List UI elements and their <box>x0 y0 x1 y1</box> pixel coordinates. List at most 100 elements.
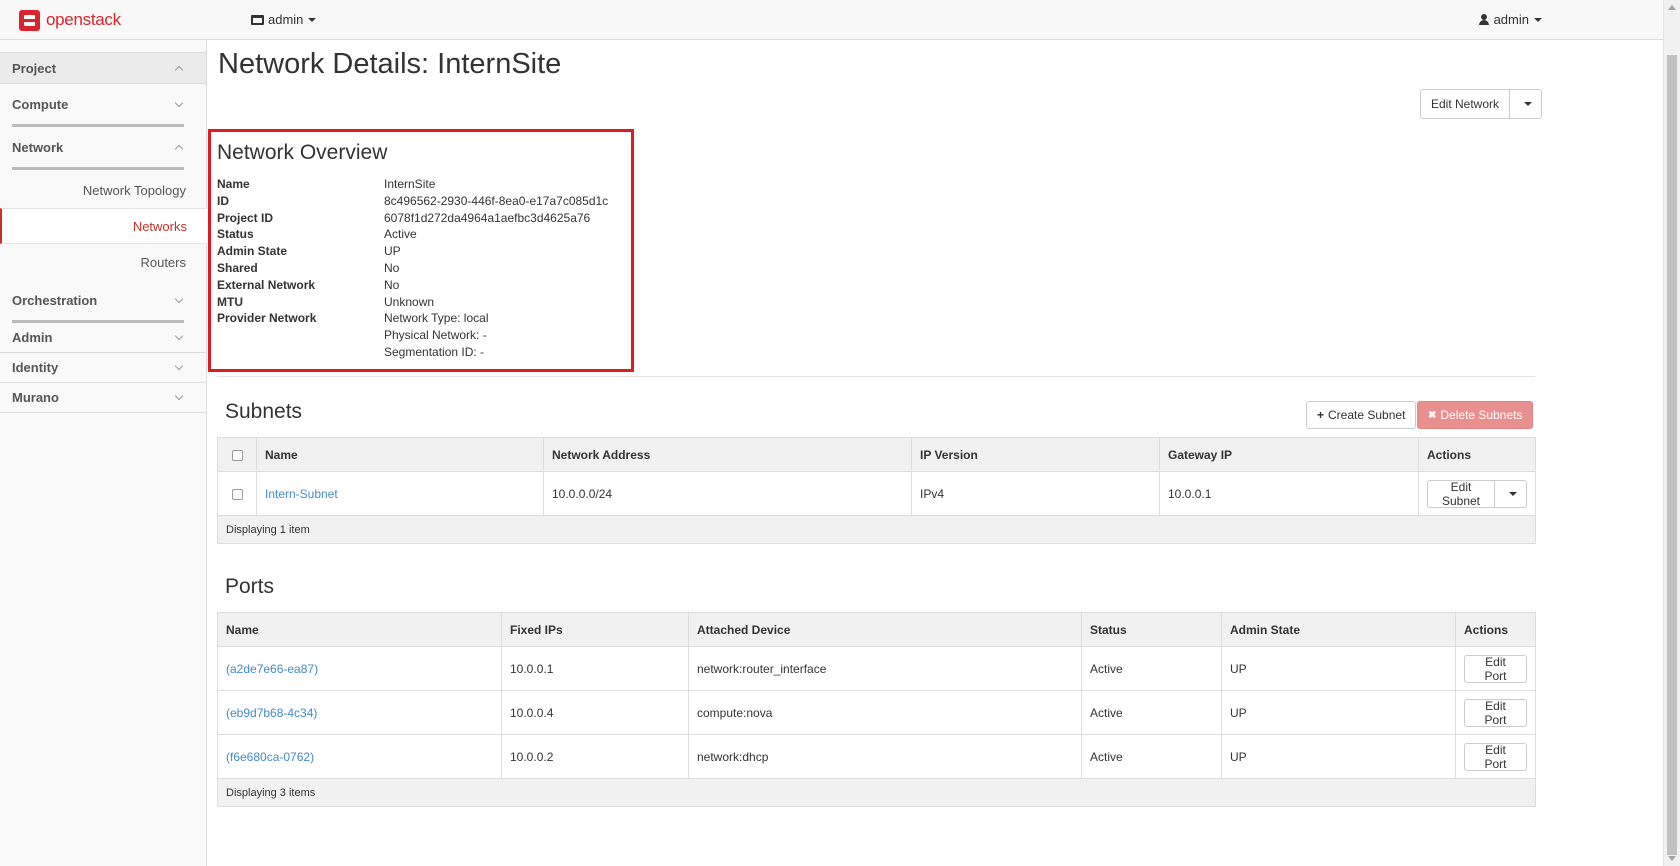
edit-port-button[interactable]: Edit Port <box>1464 742 1527 771</box>
network-overview-list: Name InternSite ID 8c496562-2930-446f-8ea0… <box>217 176 608 361</box>
attached-device-cell: compute:nova <box>688 690 1082 735</box>
chevron-up-icon <box>174 65 184 74</box>
overview-row-shared: Shared No <box>217 260 608 277</box>
overview-row-segmentation-id: Segmentation ID: - <box>217 344 608 361</box>
caret-down-icon <box>1509 491 1517 496</box>
select-all-header <box>217 437 257 472</box>
sidebar-group-compute[interactable]: Compute <box>0 84 206 124</box>
table-footer-row: Displaying 1 item <box>217 515 1536 544</box>
field-value: Unknown <box>384 294 435 309</box>
overview-row-project-id: Project ID 6078f1d272da4964a1aefbc3d4625a… <box>217 210 608 227</box>
project-menu[interactable]: admin <box>251 12 317 27</box>
fixed-ips-cell: 10.0.0.1 <box>501 646 689 691</box>
overview-row-provider-network: Provider Network Network Type: local <box>217 310 608 327</box>
close-icon: ✖ <box>1428 409 1437 421</box>
column-header-actions: Actions <box>1455 612 1536 647</box>
field-value: Active <box>384 227 417 242</box>
field-label: MTU <box>217 294 243 309</box>
delete-subnets-button[interactable]: ✖ Delete Subnets <box>1417 401 1534 429</box>
edit-subnet-button[interactable]: Edit Subnet <box>1427 479 1495 508</box>
overview-row-admin-state: Admin State UP <box>217 243 608 260</box>
subnet-name-cell: Intern-Subnet <box>256 471 544 516</box>
field-label: Status <box>217 227 254 242</box>
port-name-link[interactable]: (eb9d7b68-4c34) <box>226 706 317 720</box>
top-navbar: openstack admin admin <box>0 0 1680 40</box>
column-header-attached-device[interactable]: Attached Device <box>688 612 1082 647</box>
row-checkbox[interactable] <box>231 488 243 500</box>
port-name-link[interactable]: (a2de7e66-ea87) <box>226 662 318 676</box>
ip-version-cell: IPv4 <box>911 471 1160 516</box>
column-header-fixed-ips[interactable]: Fixed IPs <box>501 612 689 647</box>
scroll-down-icon[interactable] <box>1668 856 1676 861</box>
sidebar-group-orchestration[interactable]: Orchestration <box>0 280 206 320</box>
scroll-up-icon[interactable] <box>1668 5 1676 10</box>
gateway-ip-cell: 10.0.0.1 <box>1159 471 1419 516</box>
sidebar-item-networks[interactable]: Networks <box>0 208 207 244</box>
sidebar-group-label: Compute <box>12 96 69 112</box>
sidebar-group-label: Murano <box>12 390 59 405</box>
sidebar-group-label: Orchestration <box>12 292 98 308</box>
sidebar-group-label: Identity <box>12 360 59 375</box>
column-header-actions: Actions <box>1418 437 1536 472</box>
subnet-name-link[interactable]: Intern-Subnet <box>265 487 338 501</box>
field-value: Segmentation ID: - <box>384 344 485 359</box>
sidebar-group-label: Project <box>12 60 57 76</box>
create-subnet-button[interactable]: + Create Subnet <box>1306 401 1417 429</box>
port-name-cell: (a2de7e66-ea87) <box>217 646 502 691</box>
admin-state-cell: UP <box>1221 690 1456 735</box>
caret-down-icon <box>1534 17 1542 22</box>
caret-down-icon <box>1524 102 1533 106</box>
actions-cell: Edit Port <box>1455 690 1536 735</box>
sidebar-group-murano[interactable]: Murano <box>0 383 206 413</box>
column-header-name[interactable]: Name <box>217 612 502 647</box>
sidebar-group-identity[interactable]: Identity <box>0 353 206 383</box>
caret-down-icon <box>308 17 317 22</box>
actions-cell: Edit Port <box>1455 646 1536 691</box>
field-label: Provider Network <box>217 311 317 326</box>
subnets-title: Subnets <box>225 400 303 423</box>
sidebar: Project Compute Network Network Topology… <box>0 40 207 866</box>
sidebar-item-network-topology[interactable]: Network Topology <box>0 172 206 208</box>
user-menu-label: admin <box>1493 12 1529 27</box>
chevron-down-icon <box>174 361 184 371</box>
chevron-up-icon <box>174 144 184 153</box>
table-row: (eb9d7b68-4c34) 10.0.0.4 compute:nova Ac… <box>217 690 1536 735</box>
port-name-link[interactable]: (f6e680ca-0762) <box>226 750 314 764</box>
edit-network-dropdown-toggle[interactable] <box>1510 89 1543 119</box>
sidebar-group-network[interactable]: Network <box>0 127 206 167</box>
sidebar-group-admin[interactable]: Admin <box>0 323 206 353</box>
column-header-name[interactable]: Name <box>256 437 544 472</box>
brand-name: openstack <box>46 10 121 29</box>
ports-title: Ports <box>225 575 275 598</box>
column-header-ip-version[interactable]: IP Version <box>911 437 1160 472</box>
edit-port-button[interactable]: Edit Port <box>1464 654 1527 683</box>
scroll-thumb[interactable] <box>1667 55 1677 855</box>
openstack-logo-icon <box>19 9 40 31</box>
sidebar-item-routers[interactable]: Routers <box>0 244 206 280</box>
field-value: No <box>384 277 400 292</box>
field-value: Physical Network: - <box>384 328 487 343</box>
column-header-gateway-ip[interactable]: Gateway IP <box>1159 437 1419 472</box>
delete-subnets-label: Delete Subnets <box>1440 408 1523 422</box>
row-select-cell <box>217 471 257 516</box>
edit-subnet-dropdown-toggle[interactable] <box>1495 479 1527 508</box>
overview-row-id: ID 8c496562-2930-446f-8ea0-e17a7c085d1c <box>217 193 608 210</box>
field-label: ID <box>217 193 229 208</box>
chevron-down-icon <box>174 391 184 401</box>
page-scrollbar[interactable] <box>1663 0 1680 866</box>
column-header-network-address[interactable]: Network Address <box>543 437 912 472</box>
user-menu[interactable]: admin <box>1478 12 1542 27</box>
attached-device-cell: network:router_interface <box>688 646 1082 691</box>
sidebar-group-project[interactable]: Project <box>0 52 206 84</box>
status-cell: Active <box>1081 646 1222 691</box>
edit-network-button[interactable]: Edit Network <box>1420 89 1511 119</box>
column-header-status[interactable]: Status <box>1081 612 1222 647</box>
openstack-logo[interactable]: openstack <box>19 7 121 33</box>
select-all-checkbox[interactable] <box>231 449 243 461</box>
edit-port-button[interactable]: Edit Port <box>1464 698 1527 727</box>
actions-cell: Edit Subnet <box>1418 471 1536 516</box>
table-row: Intern-Subnet 10.0.0.0/24 IPv4 10.0.0.1 … <box>217 471 1536 516</box>
field-label: External Network <box>217 277 316 292</box>
column-header-admin-state[interactable]: Admin State <box>1221 612 1456 647</box>
fixed-ips-cell: 10.0.0.2 <box>501 734 689 779</box>
